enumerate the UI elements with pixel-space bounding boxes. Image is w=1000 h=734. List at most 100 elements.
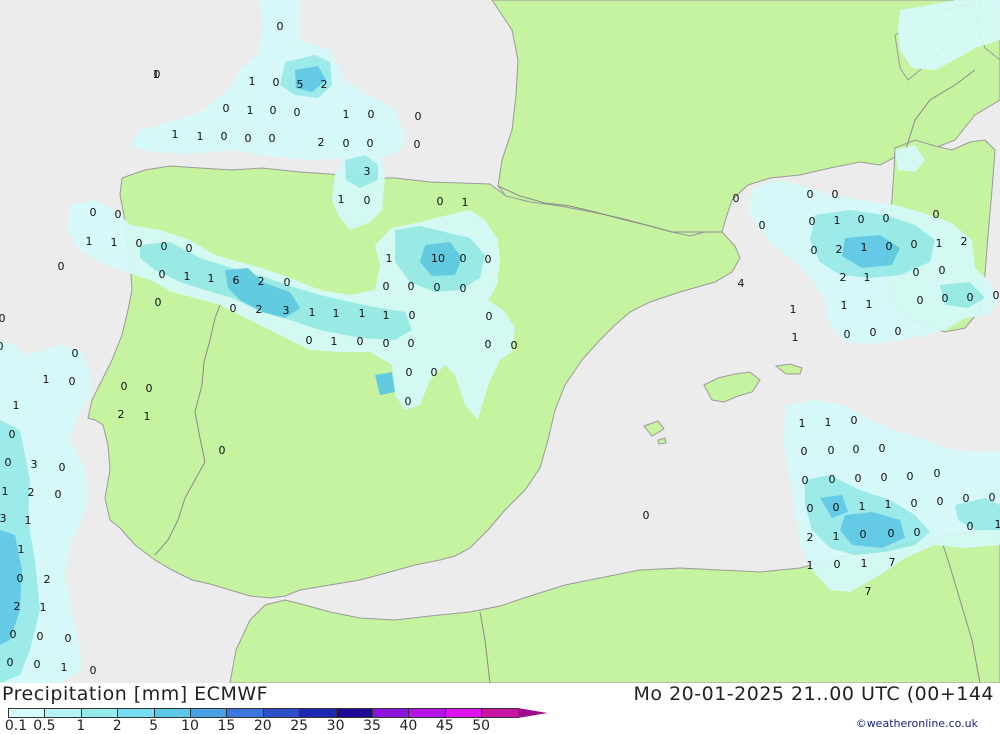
value-label: 0 xyxy=(911,497,918,510)
value-label: 1 xyxy=(13,399,20,412)
value-label: 0 xyxy=(0,340,4,353)
forecast-datetime: Mo 20-01-2025 21..00 UTC (00+144 xyxy=(634,683,994,705)
value-label: 0 xyxy=(809,215,816,228)
value-label: 0 xyxy=(409,309,416,322)
value-label: 0 xyxy=(0,312,6,325)
value-label: 1 xyxy=(841,299,848,312)
value-label: 0 xyxy=(186,242,193,255)
legend-tick-label: 25 xyxy=(290,718,308,734)
value-label: 10 xyxy=(431,252,445,265)
value-label: 0 xyxy=(939,264,946,277)
value-label: 1 xyxy=(864,271,871,284)
value-label: 0 xyxy=(807,502,814,515)
value-label: 0 xyxy=(802,474,809,487)
value-label: 0 xyxy=(833,501,840,514)
value-label: 1 xyxy=(792,331,799,344)
value-label: 1 xyxy=(144,410,151,423)
legend-tick-label: 35 xyxy=(363,718,381,734)
value-label: 2 xyxy=(118,408,125,421)
value-label: 1 xyxy=(153,68,160,81)
value-label: 0 xyxy=(759,219,766,232)
legend-tick-label: 45 xyxy=(436,718,454,734)
value-label: 1 xyxy=(807,559,814,572)
value-label: 0 xyxy=(364,194,371,207)
legend-swatch xyxy=(372,708,409,718)
value-label: 0 xyxy=(937,495,944,508)
value-label: 0 xyxy=(10,628,17,641)
value-label: 6 xyxy=(233,274,240,287)
value-label: 1 xyxy=(885,498,892,511)
value-label: 0 xyxy=(963,492,970,505)
legend-swatch xyxy=(44,708,81,718)
value-label: 1 xyxy=(172,128,179,141)
value-label: 0 xyxy=(306,334,313,347)
precipitation-map: 0010520100100110002000310010011000011000… xyxy=(0,0,1000,683)
value-label: 0 xyxy=(895,325,902,338)
value-label: 0 xyxy=(65,632,72,645)
value-label: 1 xyxy=(61,661,68,674)
value-label: 0 xyxy=(415,110,422,123)
value-label: 2 xyxy=(961,235,968,248)
value-label: 0 xyxy=(115,208,122,221)
value-label: 0 xyxy=(406,366,413,379)
value-label: 1 xyxy=(86,235,93,248)
value-label: 0 xyxy=(933,208,940,221)
value-label: 0 xyxy=(343,137,350,150)
value-label: 0 xyxy=(883,212,890,225)
value-label: 1 xyxy=(43,373,50,386)
value-label: 0 xyxy=(159,268,166,281)
value-label: 2 xyxy=(256,303,263,316)
value-label: 2 xyxy=(807,531,814,544)
value-label: 0 xyxy=(855,472,862,485)
value-label: 0 xyxy=(277,20,284,33)
value-label: 0 xyxy=(219,444,226,457)
value-label: 0 xyxy=(828,444,835,457)
legend-tick-label: 5 xyxy=(149,718,158,734)
value-label: 0 xyxy=(37,630,44,643)
value-label: 0 xyxy=(72,347,79,360)
value-label: 1 xyxy=(2,485,9,498)
value-label: 1 xyxy=(18,543,25,556)
value-label: 1 xyxy=(197,130,204,143)
legend-tick-label: 0.5 xyxy=(33,718,55,734)
value-label: 0 xyxy=(832,188,839,201)
value-label: 0 xyxy=(146,382,153,395)
value-label: 0 xyxy=(223,102,230,115)
value-label: 0 xyxy=(967,291,974,304)
value-label: 0 xyxy=(913,266,920,279)
legend-swatch xyxy=(408,708,445,718)
credit-link[interactable]: ©weatheronline.co.uk xyxy=(856,717,978,730)
value-label: 1 xyxy=(249,75,256,88)
value-label: 0 xyxy=(58,260,65,273)
legend-tick-label: 0.1 xyxy=(5,718,27,734)
value-label: 1 xyxy=(184,270,191,283)
value-label: 0 xyxy=(437,195,444,208)
value-label: 0 xyxy=(273,76,280,89)
value-label: 0 xyxy=(851,414,858,427)
value-label: 0 xyxy=(511,339,518,352)
value-label: 0 xyxy=(881,471,888,484)
value-label: 1 xyxy=(333,307,340,320)
value-label: 2 xyxy=(318,136,325,149)
value-label: 3 xyxy=(0,512,7,525)
value-label: 0 xyxy=(90,206,97,219)
value-label: 0 xyxy=(269,132,276,145)
value-label: 0 xyxy=(486,310,493,323)
value-label: 0 xyxy=(829,473,836,486)
value-label: 1 xyxy=(861,241,868,254)
legend-swatch xyxy=(481,708,518,718)
value-label: 0 xyxy=(368,108,375,121)
value-label: 0 xyxy=(121,380,128,393)
value-label: 1 xyxy=(383,309,390,322)
legend-tick-label: 10 xyxy=(181,718,199,734)
value-label: 1 xyxy=(208,272,215,285)
value-label: 0 xyxy=(942,292,949,305)
value-label: 0 xyxy=(7,656,14,669)
value-label: 0 xyxy=(408,337,415,350)
legend-swatch xyxy=(8,708,45,718)
value-label: 3 xyxy=(31,458,38,471)
legend-swatch xyxy=(117,708,154,718)
value-label: 1 xyxy=(799,417,806,430)
value-label: 3 xyxy=(283,304,290,317)
value-label: 0 xyxy=(911,238,918,251)
